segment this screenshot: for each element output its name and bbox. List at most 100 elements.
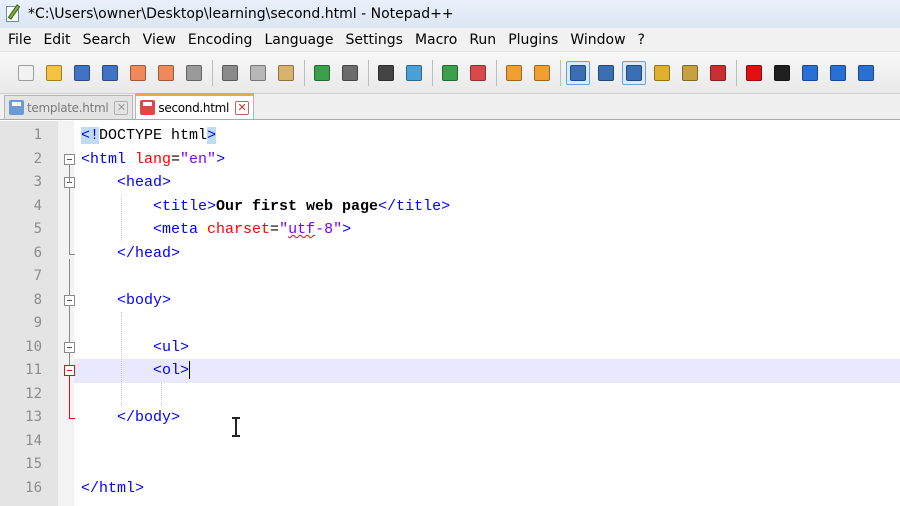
play-multiple-button[interactable] (826, 61, 850, 85)
toolbar-separator (496, 59, 497, 86)
sync-vertical-button[interactable] (502, 61, 526, 85)
word-wrap-icon (570, 64, 586, 81)
code-line[interactable] (74, 406, 900, 430)
zoom-out-button[interactable] (466, 61, 490, 85)
code-line[interactable] (74, 265, 900, 289)
save-all-icon (102, 64, 118, 81)
code-token: <ul> (153, 338, 190, 356)
menu-settings[interactable]: Settings (340, 28, 409, 52)
replace-button[interactable] (402, 61, 426, 85)
cut-icon (222, 64, 238, 81)
code-line[interactable] (74, 242, 900, 266)
menu-help[interactable]: ? (632, 28, 651, 52)
text-caret (189, 361, 191, 380)
menu-view[interactable]: View (137, 28, 182, 52)
code-token: = (270, 221, 280, 238)
print-icon (186, 64, 202, 81)
indent-guide (121, 312, 122, 406)
fold-toggle-icon[interactable] (64, 294, 75, 306)
indent-guide-button[interactable] (622, 60, 646, 85)
close-button[interactable] (126, 61, 150, 85)
tab-label: template.html (27, 100, 109, 115)
sync-horizontal-icon (534, 64, 550, 81)
code-text: <html lang="en"> (81, 148, 225, 172)
record-macro-button[interactable] (742, 61, 766, 85)
copy-icon (250, 64, 266, 81)
user-language-button[interactable] (650, 61, 674, 85)
fold-toggle-icon[interactable] (64, 341, 75, 353)
line-number: 16 (25, 479, 42, 496)
zoom-in-button[interactable] (438, 61, 462, 85)
code-line[interactable] (74, 430, 900, 454)
code-line[interactable] (74, 453, 900, 477)
toolbar-separator (304, 59, 305, 86)
code-line[interactable] (74, 289, 900, 313)
tab-template[interactable]: template.html ✕ (4, 95, 134, 119)
zoom-in-icon (442, 64, 458, 81)
toolbar-separator (736, 59, 737, 86)
editor[interactable]: 1 2 3 4 5 6 7 8 9 10 11 12 13 14 15 16 <!DOCTYPE html> <… (0, 121, 900, 506)
fold-toggle-icon[interactable] (64, 153, 75, 165)
menu-file[interactable]: File (2, 28, 37, 52)
indent-guide-icon (626, 64, 642, 81)
doc-map-button[interactable] (678, 61, 702, 85)
tab-close-icon[interactable]: ✕ (235, 100, 250, 115)
code-token: </head> (117, 244, 181, 262)
line-number: 12 (25, 385, 42, 402)
print-button[interactable] (182, 61, 206, 85)
code-line[interactable] (74, 359, 900, 383)
tab-close-icon[interactable]: ✕ (114, 100, 129, 115)
code-line[interactable] (74, 336, 900, 360)
save-button[interactable] (70, 61, 94, 85)
code-line[interactable] (74, 477, 900, 501)
menu-edit[interactable]: Edit (37, 28, 76, 52)
show-all-chars-button[interactable] (594, 61, 618, 85)
play-macro-button[interactable] (798, 61, 822, 85)
function-list-button[interactable] (706, 61, 730, 85)
code-token: "en" (180, 150, 217, 168)
undo-button[interactable] (310, 61, 334, 85)
cut-button[interactable] (218, 61, 242, 85)
menu-encoding[interactable]: Encoding (182, 28, 259, 52)
line-number: 15 (25, 456, 42, 472)
sync-horizontal-button[interactable] (530, 61, 554, 85)
code-text: <ul> (81, 336, 189, 360)
stop-record-button[interactable] (770, 61, 794, 85)
line-number: 10 (25, 338, 42, 355)
menu-window[interactable]: Window (564, 28, 631, 52)
code-line[interactable] (74, 383, 900, 407)
save-macro-button[interactable] (854, 61, 878, 85)
new-file-icon (18, 64, 34, 81)
code-line[interactable] (74, 171, 900, 195)
doc-map-icon (682, 64, 698, 81)
line-number: 6 (33, 244, 42, 261)
menu-macro[interactable]: Macro (409, 28, 463, 52)
find-icon (378, 64, 394, 81)
menu-plugins[interactable]: Plugins (502, 28, 564, 52)
save-all-button[interactable] (98, 61, 122, 85)
fold-line (69, 188, 70, 254)
line-number: 1 (33, 127, 42, 143)
fold-toggle-icon[interactable] (64, 365, 75, 376)
menu-search[interactable]: Search (77, 28, 137, 52)
copy-button[interactable] (246, 61, 270, 85)
paste-icon (278, 64, 294, 81)
tab-second[interactable]: second.html ✕ (135, 93, 255, 119)
paste-button[interactable] (274, 61, 298, 85)
code-text: </head> (81, 242, 180, 266)
close-all-button[interactable] (154, 61, 178, 85)
open-file-button[interactable] (42, 61, 66, 85)
code-line[interactable] (74, 312, 900, 336)
find-button[interactable] (374, 61, 398, 85)
menu-language[interactable]: Language (258, 28, 339, 52)
user-language-icon (654, 64, 670, 81)
word-wrap-button[interactable] (566, 60, 590, 85)
notepadpp-app-icon[interactable] (4, 4, 22, 24)
redo-button[interactable] (338, 61, 362, 85)
menu-run[interactable]: Run (463, 28, 502, 52)
new-file-button[interactable] (14, 61, 38, 85)
